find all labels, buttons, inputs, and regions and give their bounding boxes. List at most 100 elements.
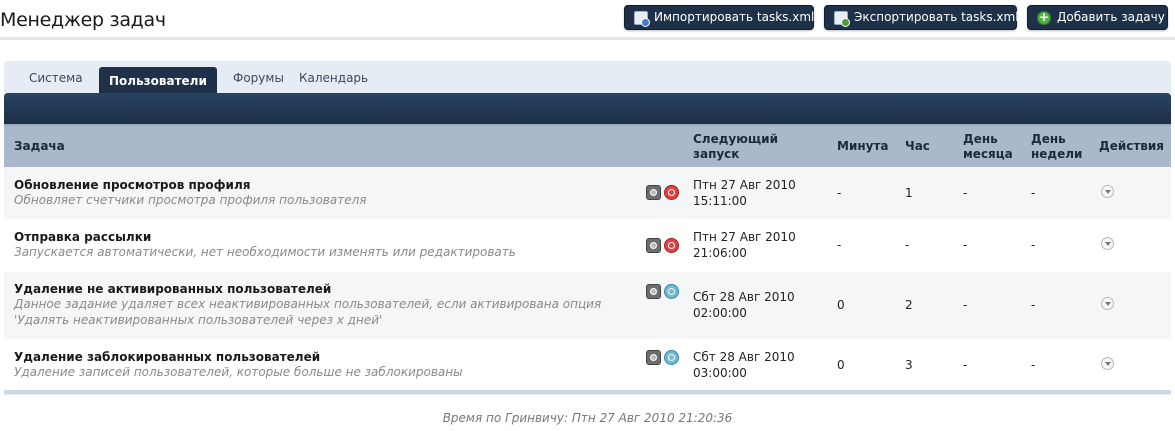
next-run-date: Сбт 28 Авг 2010 <box>693 350 795 364</box>
export-tasks-button[interactable]: Экспортировать tasks.xml <box>824 5 1019 30</box>
page-header: Менеджер задач Импортировать tasks.xml Э… <box>0 0 1175 40</box>
chevron-down-icon[interactable] <box>1101 357 1114 370</box>
header-weekday: День недели <box>1021 124 1089 167</box>
task-cell: Удаление заблокированных пользователей У… <box>4 339 624 392</box>
hour-cell: 1 <box>895 167 953 220</box>
next-run-cell: Сбт 28 Авг 2010 03:00:00 <box>683 339 827 392</box>
export-document-icon <box>834 11 850 27</box>
header-weekday-line2: недели <box>1031 146 1083 161</box>
next-run-cell: Сбт 28 Авг 2010 02:00:00 <box>683 271 827 340</box>
task-name[interactable]: Обновление просмотров профиля <box>14 178 614 192</box>
tab-bar: Система Пользователи Форумы Календарь <box>4 61 1171 94</box>
chevron-down-icon[interactable] <box>1101 184 1114 198</box>
task-name[interactable]: Удаление не активированных пользователей <box>14 282 614 296</box>
actions-cell <box>1089 219 1171 272</box>
hour-cell: - <box>895 219 953 272</box>
table-row: Удаление не активированных пользователей… <box>4 271 1171 340</box>
header-next-run-line1: Следующий <box>693 131 778 146</box>
clock-icon[interactable] <box>646 237 661 253</box>
add-task-label: Добавить задачу <box>1057 10 1165 24</box>
header-icons-spacer <box>624 124 683 167</box>
next-run-date: Птн 27 Авг 2010 <box>693 177 796 192</box>
weekday-cell: - <box>1021 219 1089 272</box>
actions-cell <box>1089 271 1171 340</box>
task-description: Удаление записей пользователей, которые … <box>14 365 463 379</box>
weekday-cell: - <box>1021 271 1089 340</box>
header-day-of-month-line1: День <box>963 131 998 146</box>
panel-bottom-edge <box>4 390 1171 394</box>
header-task: Задача <box>4 124 624 167</box>
task-icons <box>624 271 683 340</box>
next-run-time: 03:00:00 <box>693 366 747 380</box>
hour-cell: 2 <box>895 271 953 340</box>
clock-icon[interactable] <box>646 283 661 299</box>
next-run-cell: Птн 27 Авг 2010 15:11:00 <box>683 167 827 220</box>
tab-forums[interactable]: Форумы <box>233 71 284 85</box>
gmt-time-footer: Время по Гринвичу: Птн 27 Авг 2010 21:20… <box>442 411 733 425</box>
table-row: Обновление просмотров профиля Обновляет … <box>4 167 1171 220</box>
actions-cell <box>1089 167 1171 220</box>
add-task-button[interactable]: + Добавить задачу <box>1027 5 1168 30</box>
clock-icon[interactable] <box>646 185 661 201</box>
weekday-cell: - <box>1021 339 1089 392</box>
import-tasks-button[interactable]: Импортировать tasks.xml <box>624 5 814 30</box>
day-of-month-cell: - <box>953 167 1021 220</box>
day-of-month-cell: - <box>953 219 1021 272</box>
task-name[interactable]: Отправка рассылки <box>14 230 614 244</box>
task-icons <box>624 219 683 272</box>
next-run-time: 02:00:00 <box>693 306 747 320</box>
disabled-state-icon[interactable] <box>664 237 679 253</box>
header-next-run: Следующий запуск <box>683 124 827 167</box>
tab-calendar[interactable]: Календарь <box>299 71 368 85</box>
next-run-date: Сбт 28 Авг 2010 <box>693 290 795 304</box>
tab-system[interactable]: Система <box>29 71 83 85</box>
day-of-month-cell: - <box>953 339 1021 392</box>
next-run-time: 15:11:00 <box>693 193 747 208</box>
chevron-down-icon[interactable] <box>1101 297 1114 310</box>
table-row: Отправка рассылки Запускается автоматиче… <box>4 219 1171 272</box>
header-next-run-line2: запуск <box>693 146 740 161</box>
task-panel: Система Пользователи Форумы Календарь За… <box>4 61 1171 395</box>
task-description: Запускается автоматически, нет необходим… <box>14 245 516 259</box>
table-header-row: Задача Следующий запуск Минута Час День … <box>4 124 1171 167</box>
table-row: Удаление заблокированных пользователей У… <box>4 339 1171 392</box>
task-name[interactable]: Удаление заблокированных пользователей <box>14 350 614 364</box>
minute-cell: - <box>827 167 895 220</box>
import-document-icon <box>634 11 650 27</box>
export-tasks-label: Экспортировать tasks.xml <box>854 10 1019 24</box>
minute-cell: 0 <box>827 271 895 340</box>
next-run-date: Птн 27 Авг 2010 <box>693 230 796 244</box>
weekday-cell: - <box>1021 167 1089 220</box>
task-description: Обновляет счетчики просмотра профиля пол… <box>14 192 367 207</box>
disabled-state-icon[interactable] <box>664 185 679 201</box>
tab-users[interactable]: Пользователи <box>99 67 217 94</box>
task-cell: Обновление просмотров профиля Обновляет … <box>4 167 624 220</box>
header-weekday-line1: День <box>1031 131 1066 146</box>
next-run-time: 21:06:00 <box>693 246 747 260</box>
enabled-state-icon[interactable] <box>664 349 679 365</box>
next-run-cell: Птн 27 Авг 2010 21:06:00 <box>683 219 827 272</box>
hour-cell: 3 <box>895 339 953 392</box>
header-day-of-month: День месяца <box>953 124 1021 167</box>
enabled-state-icon[interactable] <box>664 283 679 299</box>
task-cell: Удаление не активированных пользователей… <box>4 271 624 340</box>
header-minute: Минута <box>827 124 895 167</box>
import-tasks-label: Импортировать tasks.xml <box>654 10 815 24</box>
task-table: Задача Следующий запуск Минута Час День … <box>4 124 1171 392</box>
add-plus-icon: + <box>1037 10 1051 25</box>
task-cell: Отправка рассылки Запускается автоматиче… <box>4 219 624 272</box>
header-actions: Действия <box>1089 124 1171 167</box>
header-day-of-month-line2: месяца <box>963 146 1013 161</box>
tab-content-bar <box>4 93 1171 124</box>
header-hour: Час <box>895 124 953 167</box>
minute-cell: 0 <box>827 339 895 392</box>
page-title: Менеджер задач <box>0 9 166 31</box>
chevron-down-icon[interactable] <box>1101 237 1114 250</box>
actions-cell <box>1089 339 1171 392</box>
clock-icon[interactable] <box>646 349 661 365</box>
task-description: Данное задание удаляет всех неактивирова… <box>14 297 602 327</box>
minute-cell: - <box>827 219 895 272</box>
day-of-month-cell: - <box>953 271 1021 340</box>
task-icons <box>624 167 683 220</box>
task-icons <box>624 339 683 392</box>
